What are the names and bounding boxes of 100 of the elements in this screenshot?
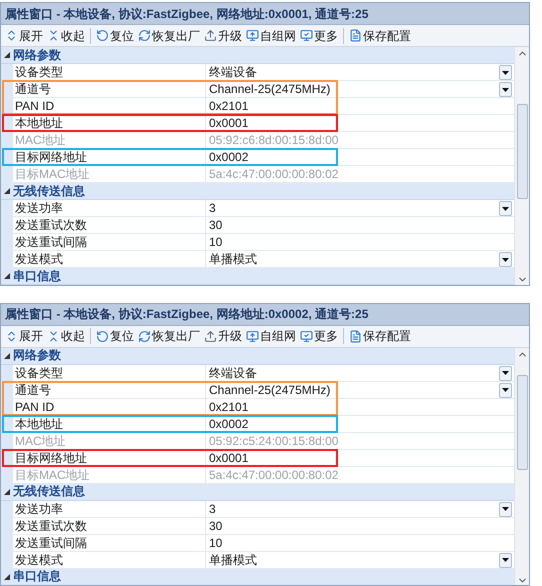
category-header[interactable]: 串口信息 [1,568,514,585]
category-title: 网络参数 [13,348,61,364]
dropdown-button[interactable] [499,201,512,216]
property-label: 设备类型 [13,364,206,380]
caret-down-icon [502,371,509,375]
property-label: 通道号 [13,382,206,398]
category-title: 无线传送信息 [13,483,85,500]
toolbar-button[interactable]: 恢复出厂 [136,326,202,346]
dropdown-button[interactable] [499,382,512,398]
monitor-icon [246,29,259,42]
category-header[interactable]: 网络参数 [1,348,514,364]
dropdown-button[interactable] [499,502,512,516]
property-value[interactable]: 0x0002 [206,149,514,165]
monitor-icon [246,330,259,342]
category-header[interactable]: 网络参数 [1,47,514,64]
collapse-triangle-icon[interactable] [4,188,10,194]
toolbar-button[interactable]: 保存配置 [347,26,413,46]
dropdown-button[interactable] [499,252,512,267]
property-label: 发送功率 [13,200,206,216]
category-title: 串口信息 [13,268,61,284]
property-label: MAC地址 [13,132,206,148]
property-value[interactable]: 单播模式 [206,251,499,267]
caret-down-icon [502,388,509,392]
category-title: 串口信息 [13,568,61,585]
category-header[interactable]: 串口信息 [1,268,514,284]
refresh-icon [138,29,151,42]
property-value[interactable]: 终端设备 [206,364,499,380]
property-label: 发送重试次数 [13,518,206,534]
property-value[interactable]: 10 [206,234,514,250]
property-value[interactable]: 30 [206,217,514,233]
scrollbar-thumb[interactable] [516,374,528,470]
monitor-icon [300,29,313,42]
property-label: PAN ID [13,98,206,114]
property-value[interactable]: 0x2101 [206,98,514,114]
scrollbar-thumb[interactable] [516,104,528,199]
property-label: 目标MAC地址 [13,466,206,482]
toolbar-button[interactable]: 展开 [3,26,45,46]
toolbar-button[interactable]: 复位 [94,26,136,46]
document-icon [349,29,362,42]
category-header[interactable]: 无线传送信息 [1,183,514,200]
scrollbar[interactable] [514,47,529,284]
toolbar-button[interactable]: 收起 [45,326,87,346]
document-icon [349,330,362,342]
scrollbar[interactable] [514,348,529,585]
property-label: 发送模式 [13,251,206,267]
caret-down-icon [502,206,509,210]
property-value[interactable]: Channel-25(2475MHz) [206,81,499,97]
collapse-triangle-icon[interactable] [4,488,10,494]
reset-icon [96,29,109,42]
refresh-icon [138,330,151,342]
property-label: 发送模式 [13,552,206,568]
dropdown-button[interactable] [499,552,512,568]
upload-icon [204,29,217,42]
monitor-icon [300,330,313,342]
collapse-triangle-icon[interactable] [4,273,10,279]
toolbar-button[interactable]: 自组网 [244,326,298,346]
property-label: 目标MAC地址 [13,166,206,182]
toolbar-button[interactable]: 展开 [3,326,45,346]
property-value[interactable]: 0x2101 [206,398,514,414]
property-value[interactable]: 10 [206,534,514,550]
toolbar-button[interactable]: 复位 [94,326,136,346]
property-label: 通道号 [13,81,206,97]
dropdown-button[interactable] [499,366,512,380]
property-value[interactable]: 0x0001 [206,450,514,466]
property-value[interactable]: 3 [206,500,499,516]
property-label: PAN ID [13,398,206,414]
property-value[interactable]: 单播模式 [206,552,499,568]
property-value[interactable]: 0x0001 [206,115,514,131]
dropdown-button[interactable] [499,82,512,97]
toolbar-button[interactable]: 收起 [45,26,87,46]
property-value[interactable]: 终端设备 [206,64,499,80]
property-value[interactable]: Channel-25(2475MHz) [206,382,499,398]
collapse-triangle-icon[interactable] [4,352,10,358]
toolbar-button[interactable]: 更多 [298,26,340,46]
property-label: 设备类型 [13,64,206,80]
toolbar-button[interactable]: 更多 [298,326,340,346]
upload-icon [204,330,217,342]
toolbar-button[interactable]: 保存配置 [347,326,413,346]
property-label: 发送重试间隔 [13,534,206,550]
toolbar-button[interactable]: 自组网 [244,26,298,46]
category-title: 无线传送信息 [13,182,85,200]
property-value[interactable]: 30 [206,518,514,534]
collapse-triangle-icon[interactable] [4,52,10,58]
window-title: 属性窗口 - 本地设备, 协议:FastZigbee, 网络地址:0x0002, 通道号:25 [5,306,368,323]
property-label: 目标网络地址 [13,149,206,165]
reset-icon [96,330,109,342]
toolbar-button[interactable]: 升级 [202,326,244,346]
toolbar-button[interactable]: 恢复出厂 [136,26,202,46]
property-value[interactable]: 3 [206,200,499,216]
collapse-triangle-icon[interactable] [4,574,10,580]
window-title: 属性窗口 - 本地设备, 协议:FastZigbee, 网络地址:0x0001, 通道号:25 [5,6,368,22]
dropdown-button[interactable] [499,65,512,80]
property-label: 目标网络地址 [13,450,206,466]
property-value[interactable]: 0x0002 [206,416,514,432]
toolbar-button[interactable]: 升级 [202,26,244,46]
caret-down-icon [502,507,509,511]
category-header[interactable]: 无线传送信息 [1,484,514,500]
caret-down-icon [502,558,509,562]
property-label: MAC地址 [13,432,206,448]
property-label: 本地地址 [13,115,206,131]
